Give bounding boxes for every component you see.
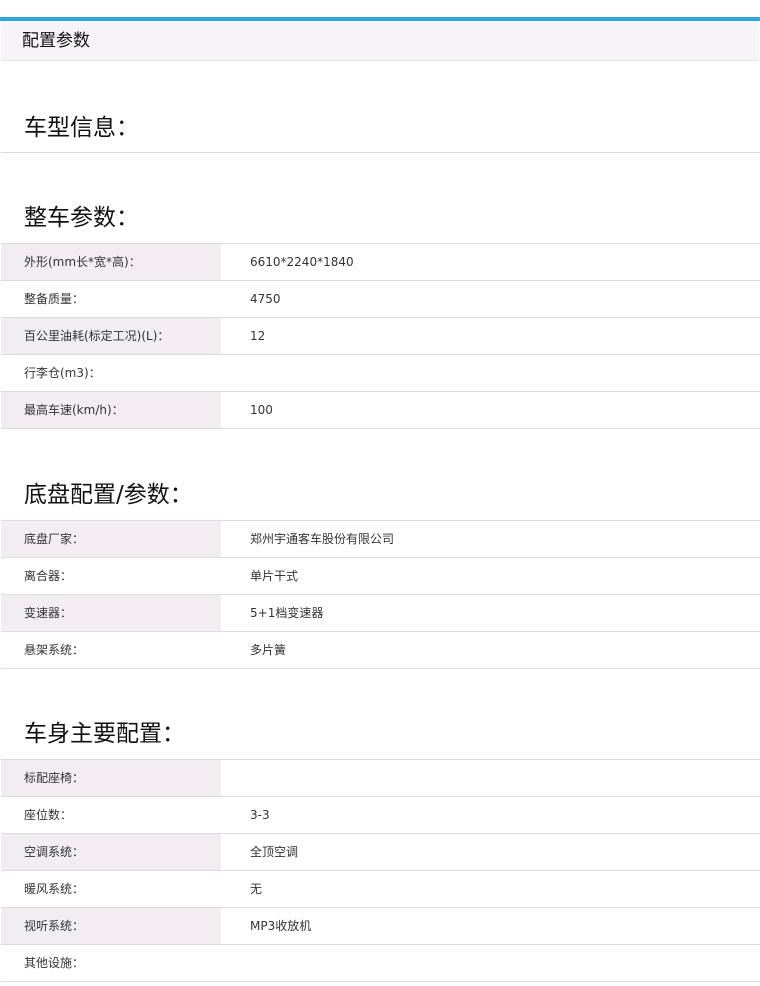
row-label: 标配座椅：: [24, 771, 85, 785]
table-row: 最高车速(km/h)： 100: [1, 392, 760, 429]
table-row: 视听系统： MP3收放机: [1, 908, 760, 945]
table-row: 其他设施：: [1, 945, 760, 982]
table-row: 外形(mm长*宽*高)： 6610*2240*1840: [1, 244, 760, 281]
row-label: 离合器：: [24, 569, 73, 583]
section-title-body-config: 车身主要配置：: [24, 721, 185, 747]
config-header: 配置参数: [1, 21, 759, 61]
row-label: 空调系统：: [24, 845, 85, 859]
row-label: 行李仓(m3)：: [24, 366, 101, 380]
section-title-chassis: 底盘配置/参数：: [24, 482, 193, 508]
row-value: 100: [250, 403, 273, 417]
row-label: 外形(mm长*宽*高)：: [24, 255, 141, 269]
section-divider: [1, 152, 760, 153]
table-row: 底盘厂家： 郑州宇通客车股份有限公司: [1, 521, 760, 558]
row-value: 多片簧: [250, 643, 287, 657]
row-value: 无: [250, 882, 263, 896]
section-title-vehicle-params: 整车参数：: [24, 205, 139, 231]
table-row: 悬架系统： 多片簧: [1, 632, 760, 669]
row-value: 3-3: [250, 808, 270, 822]
table-row: 行李仓(m3)：: [1, 355, 760, 392]
table-row: 座位数： 3-3: [1, 797, 760, 834]
row-label: 悬架系统：: [24, 643, 85, 657]
row-label: 变速器：: [24, 606, 73, 620]
row-value: 6610*2240*1840: [250, 255, 354, 269]
table-row: 整备质量： 4750: [1, 281, 760, 318]
row-value: 郑州宇通客车股份有限公司: [250, 532, 395, 546]
table-row: 标配座椅：: [1, 760, 760, 797]
table-row: 暖风系统： 无: [1, 871, 760, 908]
row-label: 其他设施：: [24, 956, 85, 970]
table-row: 百公里油耗(标定工况)(L)： 12: [1, 318, 760, 355]
row-label: 暖风系统：: [24, 882, 85, 896]
page-title: 配置参数: [22, 31, 90, 51]
row-label: 座位数：: [24, 808, 73, 822]
row-value: MP3收放机: [250, 919, 312, 933]
table-row: 变速器： 5+1档变速器: [1, 595, 760, 632]
table-row: 离合器： 单片干式: [1, 558, 760, 595]
row-label: 百公里油耗(标定工况)(L)：: [24, 329, 170, 343]
row-value: 单片干式: [250, 569, 299, 583]
row-label: 整备质量：: [24, 292, 85, 306]
row-label: 最高车速(km/h)：: [24, 403, 124, 417]
row-value: 全顶空调: [250, 845, 299, 859]
row-value: 12: [250, 329, 266, 343]
table-row: 空调系统： 全顶空调: [1, 834, 760, 871]
row-label: 视听系统：: [24, 919, 85, 933]
row-value: 5+1档变速器: [250, 606, 324, 620]
row-label: 底盘厂家：: [24, 532, 85, 546]
section-title-vehicle-info: 车型信息：: [24, 115, 139, 141]
row-value: 4750: [250, 292, 281, 306]
